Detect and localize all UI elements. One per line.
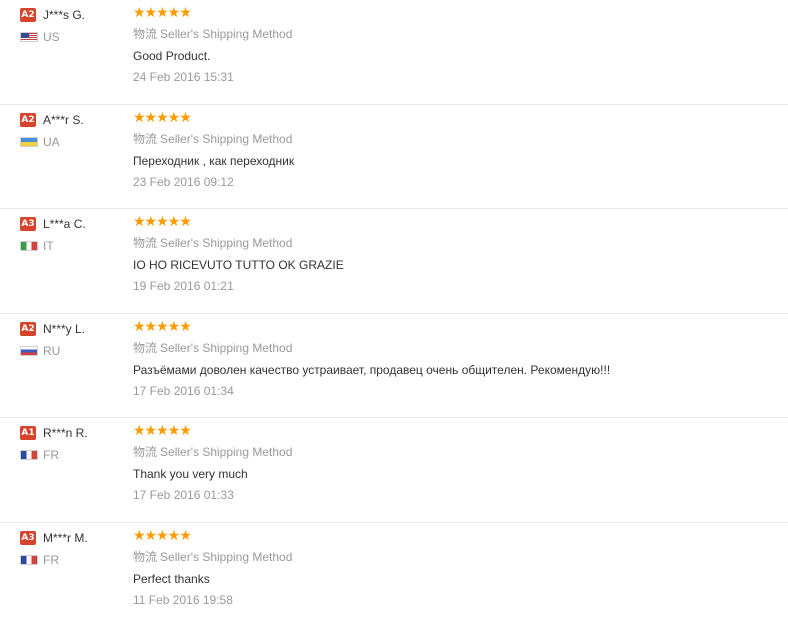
feedback-text: Разъёмами доволен качество устраивает, п… <box>133 363 773 377</box>
feedback-content: ★★★★★ 物流Seller's Shipping Method Разъёма… <box>133 320 773 398</box>
logistics-label: 物流 <box>133 341 157 355</box>
star-icon: ★★★★★ <box>133 320 191 334</box>
feedback-date: 24 Feb 2016 15:31 <box>133 70 773 84</box>
buyer-name: A***r S. <box>43 113 84 127</box>
buyer-info: A2 N***y L. RU <box>20 322 130 357</box>
feedback-content: ★★★★★ 物流Seller's Shipping Method IO HO R… <box>133 215 773 293</box>
feedback-text: Perfect thanks <box>133 572 773 586</box>
feedback-text: Thank you very much <box>133 467 773 481</box>
buyer-country: FR <box>43 449 59 461</box>
buyer-country: FR <box>43 554 59 566</box>
buyer-info: A3 L***a C. IT <box>20 217 130 252</box>
buyer-info: A3 M***r M. FR <box>20 531 130 566</box>
star-rating: ★★★★★ <box>133 424 773 438</box>
buyer-level-badge: A3 <box>20 531 36 545</box>
star-icon: ★★★★★ <box>133 6 191 20</box>
feedback-content: ★★★★★ 物流Seller's Shipping Method Perfect… <box>133 529 773 607</box>
star-rating: ★★★★★ <box>133 6 773 20</box>
star-rating: ★★★★★ <box>133 320 773 334</box>
logistics-method: Seller's Shipping Method <box>160 236 292 250</box>
buyer-name: N***y L. <box>43 322 85 336</box>
buyer-level-badge: A2 <box>20 322 36 336</box>
feedback-item: A3 M***r M. FR ★★★★★ 物流Seller's Shipping… <box>0 523 788 627</box>
logistics-label: 物流 <box>133 550 157 564</box>
feedback-date: 17 Feb 2016 01:34 <box>133 384 773 398</box>
buyer-info: A2 A***r S. UA <box>20 113 130 148</box>
logistics-label: 物流 <box>133 445 157 459</box>
flag-ua-icon <box>20 137 38 147</box>
buyer-name: M***r M. <box>43 531 88 545</box>
feedback-content: ★★★★★ 物流Seller's Shipping Method Good Pr… <box>133 6 773 84</box>
buyer-country: US <box>43 31 60 43</box>
buyer-level-badge: A2 <box>20 8 36 22</box>
logistics-label: 物流 <box>133 236 157 250</box>
feedback-date: 19 Feb 2016 01:21 <box>133 279 773 293</box>
buyer-name: R***n R. <box>43 426 88 440</box>
buyer-info: A2 J***s G. US <box>20 8 130 43</box>
buyer-level-badge: A1 <box>20 426 36 440</box>
star-icon: ★★★★★ <box>133 111 191 125</box>
feedback-content: ★★★★★ 物流Seller's Shipping Method Переход… <box>133 111 773 189</box>
star-rating: ★★★★★ <box>133 529 773 543</box>
star-rating: ★★★★★ <box>133 215 773 229</box>
feedback-item: A2 N***y L. RU ★★★★★ 物流Seller's Shipping… <box>0 314 788 419</box>
buyer-info: A1 R***n R. FR <box>20 426 130 461</box>
star-icon: ★★★★★ <box>133 424 191 438</box>
feedback-content: ★★★★★ 物流Seller's Shipping Method Thank y… <box>133 424 773 502</box>
logistics-method: Seller's Shipping Method <box>160 550 292 564</box>
flag-ru-icon <box>20 346 38 356</box>
star-icon: ★★★★★ <box>133 529 191 543</box>
feedback-date: 23 Feb 2016 09:12 <box>133 175 773 189</box>
logistics-method: Seller's Shipping Method <box>160 341 292 355</box>
logistics-info: 物流Seller's Shipping Method <box>133 236 773 250</box>
buyer-level-badge: A3 <box>20 217 36 231</box>
feedback-item: A3 L***a C. IT ★★★★★ 物流Seller's Shipping… <box>0 209 788 314</box>
feedback-text: Good Product. <box>133 49 773 63</box>
feedback-list: A2 J***s G. US ★★★★★ 物流Seller's Shipping… <box>0 0 788 627</box>
buyer-country: RU <box>43 345 60 357</box>
feedback-text: Переходник , как переходник <box>133 154 773 168</box>
feedback-item: A2 J***s G. US ★★★★★ 物流Seller's Shipping… <box>0 0 788 105</box>
flag-us-icon <box>20 32 38 42</box>
logistics-method: Seller's Shipping Method <box>160 445 292 459</box>
buyer-name: L***a C. <box>43 217 86 231</box>
logistics-info: 物流Seller's Shipping Method <box>133 132 773 146</box>
feedback-date: 11 Feb 2016 19:58 <box>133 593 773 607</box>
logistics-label: 物流 <box>133 27 157 41</box>
logistics-label: 物流 <box>133 132 157 146</box>
logistics-method: Seller's Shipping Method <box>160 27 292 41</box>
star-icon: ★★★★★ <box>133 215 191 229</box>
logistics-method: Seller's Shipping Method <box>160 132 292 146</box>
feedback-item: A2 A***r S. UA ★★★★★ 物流Seller's Shipping… <box>0 105 788 210</box>
flag-it-icon <box>20 241 38 251</box>
logistics-info: 物流Seller's Shipping Method <box>133 27 773 41</box>
feedback-item: A1 R***n R. FR ★★★★★ 物流Seller's Shipping… <box>0 418 788 523</box>
buyer-name: J***s G. <box>43 8 85 22</box>
buyer-level-badge: A2 <box>20 113 36 127</box>
logistics-info: 物流Seller's Shipping Method <box>133 550 773 564</box>
flag-fr-icon <box>20 450 38 460</box>
flag-fr-icon <box>20 555 38 565</box>
buyer-country: UA <box>43 136 60 148</box>
feedback-text: IO HO RICEVUTO TUTTO OK GRAZIE <box>133 258 773 272</box>
feedback-date: 17 Feb 2016 01:33 <box>133 488 773 502</box>
star-rating: ★★★★★ <box>133 111 773 125</box>
logistics-info: 物流Seller's Shipping Method <box>133 445 773 459</box>
buyer-country: IT <box>43 240 54 252</box>
logistics-info: 物流Seller's Shipping Method <box>133 341 773 355</box>
